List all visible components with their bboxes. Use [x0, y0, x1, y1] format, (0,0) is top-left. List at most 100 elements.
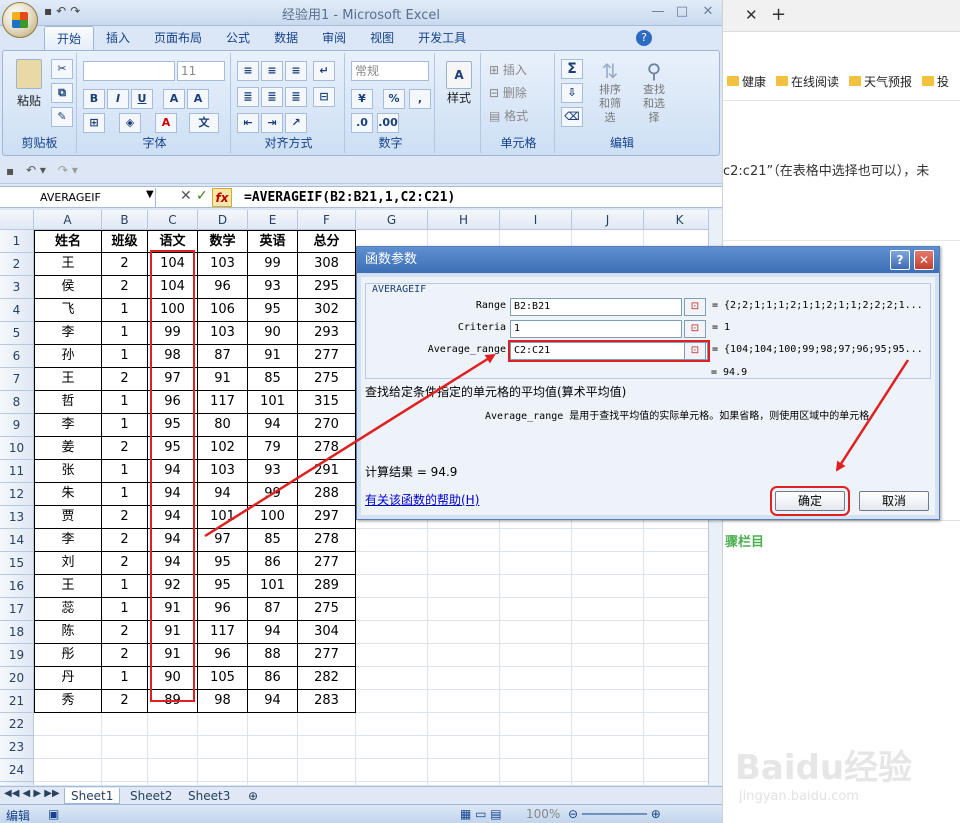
cell[interactable] [500, 598, 572, 621]
cell[interactable] [356, 713, 428, 736]
cell[interactable]: 2 [102, 368, 148, 391]
insert-cells-button[interactable]: ⊞ 插入 [489, 61, 527, 78]
tab-review[interactable]: 审阅 [310, 26, 358, 50]
cell[interactable] [148, 759, 198, 782]
cell[interactable]: 288 [298, 483, 356, 506]
column-header[interactable]: F [298, 210, 356, 230]
cell[interactable] [644, 598, 708, 621]
name-box[interactable]: AVERAGEIF [2, 188, 156, 207]
column-header[interactable]: A [34, 210, 102, 230]
cell[interactable]: 94 [198, 483, 248, 506]
cell[interactable]: 94 [248, 690, 298, 713]
cell[interactable] [500, 529, 572, 552]
fill-icon[interactable]: ⇩ [561, 83, 583, 103]
tab-formulas[interactable]: 公式 [214, 26, 262, 50]
criteria-input[interactable]: 1 [510, 320, 682, 338]
cell[interactable]: 数学 [198, 230, 248, 253]
cell[interactable]: 丹 [34, 667, 102, 690]
cell[interactable] [34, 713, 102, 736]
cell[interactable]: 姜 [34, 437, 102, 460]
cell[interactable]: 2 [102, 437, 148, 460]
cell[interactable] [500, 667, 572, 690]
cell[interactable]: 93 [248, 276, 298, 299]
cell[interactable]: 2 [102, 690, 148, 713]
cell[interactable] [428, 759, 500, 782]
cell[interactable]: 彤 [34, 644, 102, 667]
cell[interactable] [500, 782, 572, 785]
cell[interactable] [572, 598, 644, 621]
tab-developer[interactable]: 开发工具 [406, 26, 478, 50]
bookmark-health[interactable]: 健康 [727, 72, 766, 90]
redo-small-icon[interactable]: ↷ ▾ [58, 163, 78, 177]
average-range-input[interactable]: C2:C21 [508, 340, 710, 362]
find-select-button[interactable]: ⚲ 查找和选择 [633, 59, 675, 125]
cell[interactable] [428, 552, 500, 575]
cell[interactable]: 95 [248, 299, 298, 322]
cell[interactable]: 刘 [34, 552, 102, 575]
cell[interactable] [298, 782, 356, 785]
cell[interactable] [500, 552, 572, 575]
cell[interactable]: 96 [198, 276, 248, 299]
cell[interactable] [356, 575, 428, 598]
tab-insert[interactable]: 插入 [94, 26, 142, 50]
clear-icon[interactable]: ⌫ [561, 107, 583, 127]
merge-icon[interactable]: ⊟ [313, 87, 335, 107]
cell[interactable]: 270 [298, 414, 356, 437]
maximize-button[interactable]: □ [670, 2, 694, 22]
cell[interactable]: 2 [102, 552, 148, 575]
cell[interactable] [500, 690, 572, 713]
cell[interactable]: 2 [102, 506, 148, 529]
row-header[interactable]: 15 [0, 552, 34, 575]
bookmark-weather[interactable]: 天气预报 [849, 72, 912, 90]
range-input[interactable]: B2:B21 [510, 298, 682, 316]
cell[interactable] [298, 759, 356, 782]
cell[interactable]: 2 [102, 276, 148, 299]
cut-icon[interactable]: ✂ [51, 59, 73, 79]
cell[interactable] [428, 690, 500, 713]
cell[interactable]: 93 [248, 460, 298, 483]
format-painter-icon[interactable]: ✎ [51, 107, 73, 127]
fill-color-icon[interactable]: ◈ [119, 113, 141, 133]
cell[interactable]: 1 [102, 322, 148, 345]
row-header[interactable]: 12 [0, 483, 34, 506]
cell[interactable] [572, 667, 644, 690]
cell[interactable]: 贾 [34, 506, 102, 529]
cell[interactable] [644, 621, 708, 644]
select-all-corner[interactable] [0, 210, 34, 230]
range-collapse-icon[interactable]: ⊡ [684, 298, 706, 316]
cell[interactable] [356, 759, 428, 782]
cell[interactable]: 277 [298, 552, 356, 575]
cell[interactable]: 陈 [34, 621, 102, 644]
increase-decimal-icon[interactable]: .0 [351, 113, 373, 133]
tab-close-icon[interactable]: ✕ [745, 6, 758, 24]
cell[interactable]: 99 [248, 483, 298, 506]
cell[interactable] [248, 736, 298, 759]
cell[interactable]: 英语 [248, 230, 298, 253]
row-header[interactable]: 3 [0, 276, 34, 299]
cell[interactable] [298, 713, 356, 736]
cell[interactable] [148, 782, 198, 785]
indent-decrease-icon[interactable]: ⇤ [237, 113, 259, 133]
cell[interactable] [428, 736, 500, 759]
row-header[interactable]: 23 [0, 736, 34, 759]
cell[interactable]: 295 [298, 276, 356, 299]
cell[interactable]: 79 [248, 437, 298, 460]
cell[interactable]: 张 [34, 460, 102, 483]
cell[interactable]: 2 [102, 644, 148, 667]
cell[interactable]: 102 [198, 437, 248, 460]
cell[interactable]: 277 [298, 644, 356, 667]
cell[interactable]: 87 [248, 598, 298, 621]
cell[interactable]: 278 [298, 529, 356, 552]
align-center-icon[interactable]: ≣ [261, 87, 283, 107]
function-help-link[interactable]: 有关该函数的帮助(H) [365, 491, 479, 508]
sheet-tab-1[interactable]: Sheet1 [64, 788, 121, 804]
cell[interactable] [148, 736, 198, 759]
row-header[interactable]: 16 [0, 575, 34, 598]
bookmark-reading[interactable]: 在线阅读 [776, 72, 839, 90]
cell[interactable]: 1 [102, 598, 148, 621]
zoom-level[interactable]: 100% [526, 807, 560, 821]
tab-view[interactable]: 视图 [358, 26, 406, 50]
cell[interactable]: 308 [298, 253, 356, 276]
cell[interactable] [248, 759, 298, 782]
undo-icon[interactable]: ↶ [56, 4, 66, 22]
